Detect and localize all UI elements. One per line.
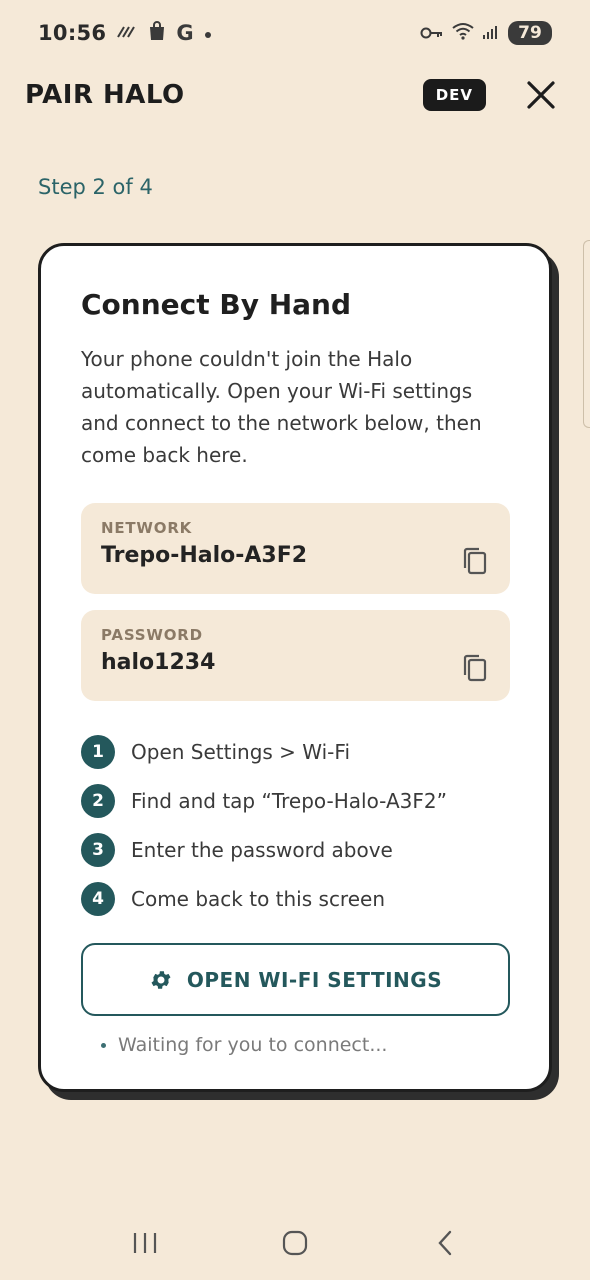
instruction-item: 2 Find and tap “Trepo-Halo-A3F2” xyxy=(81,776,509,825)
card-title: Connect By Hand xyxy=(81,288,352,321)
system-nav-bar xyxy=(0,1206,590,1280)
instruction-list: 1 Open Settings > Wi-Fi 2 Find and tap “… xyxy=(81,727,509,923)
app-header: PAIR HALO DEV xyxy=(0,70,590,120)
copy-icon xyxy=(463,547,487,575)
card-description: Your phone couldn't join the Halo automa… xyxy=(81,347,482,467)
next-card-peek xyxy=(583,240,590,428)
open-wifi-settings-button[interactable]: OPEN WI-FI SETTINGS xyxy=(81,943,510,1016)
close-button[interactable] xyxy=(524,78,558,112)
step-number: 4 xyxy=(81,881,115,916)
step-text: Come back to this screen xyxy=(131,886,386,911)
loading-dot-icon xyxy=(101,1042,106,1048)
vpn-key-icon xyxy=(420,21,444,45)
step-number: 2 xyxy=(81,783,115,818)
network-label: NETWORK xyxy=(101,519,193,537)
step-text: Open Settings > Wi-Fi xyxy=(131,739,350,764)
waiting-status: Waiting for you to connect... xyxy=(81,1034,509,1056)
copy-network-button[interactable] xyxy=(462,547,488,575)
page-title: PAIR HALO xyxy=(25,80,185,110)
open-wifi-settings-label: OPEN WI-FI SETTINGS xyxy=(186,967,443,992)
waiting-text: Waiting for you to connect... xyxy=(118,1034,388,1056)
cell-signal-icon xyxy=(482,21,500,45)
network-value: Trepo-Halo-A3F2 xyxy=(101,543,308,568)
copy-icon xyxy=(463,654,487,682)
password-box: PASSWORD halo1234 xyxy=(81,610,510,701)
back-icon xyxy=(438,1230,452,1256)
back-button[interactable] xyxy=(425,1223,465,1263)
header-actions: DEV xyxy=(422,78,558,112)
battery-indicator: 79 xyxy=(508,21,552,45)
instruction-item: 4 Come back to this screen xyxy=(81,874,509,923)
network-box: NETWORK Trepo-Halo-A3F2 xyxy=(81,503,510,594)
step-text: Find and tap “Trepo-Halo-A3F2” xyxy=(131,788,447,813)
connect-card: Connect By Hand Your phone couldn't join… xyxy=(38,243,552,1092)
shopping-bag-icon xyxy=(148,20,166,46)
dev-badge: DEV xyxy=(422,79,486,111)
wifi-icon xyxy=(452,21,474,45)
instruction-item: 3 Enter the password above xyxy=(81,825,509,874)
close-icon xyxy=(527,81,555,109)
home-button[interactable] xyxy=(275,1223,315,1263)
instruction-item: 1 Open Settings > Wi-Fi xyxy=(81,727,509,776)
step-number: 3 xyxy=(81,832,115,867)
step-indicator: Step 2 of 4 xyxy=(38,175,153,199)
home-icon xyxy=(282,1230,308,1256)
password-value: halo1234 xyxy=(101,650,216,675)
step-text: Enter the password above xyxy=(131,837,393,862)
password-label: PASSWORD xyxy=(101,626,203,644)
google-icon: G xyxy=(176,21,194,45)
recent-apps-icon xyxy=(133,1233,157,1253)
signal-stripes-icon xyxy=(116,23,138,44)
battery-level: 79 xyxy=(518,23,542,43)
dot-icon xyxy=(204,23,212,44)
status-right: 79 xyxy=(420,21,552,45)
step-number: 1 xyxy=(81,734,115,769)
copy-password-button[interactable] xyxy=(462,654,488,682)
status-time: 10:56 xyxy=(38,21,107,45)
status-left: 10:56 G xyxy=(38,20,212,46)
gear-icon xyxy=(151,970,171,989)
status-bar: 10:56 G 79 xyxy=(0,0,590,66)
recent-apps-button[interactable] xyxy=(125,1223,165,1263)
